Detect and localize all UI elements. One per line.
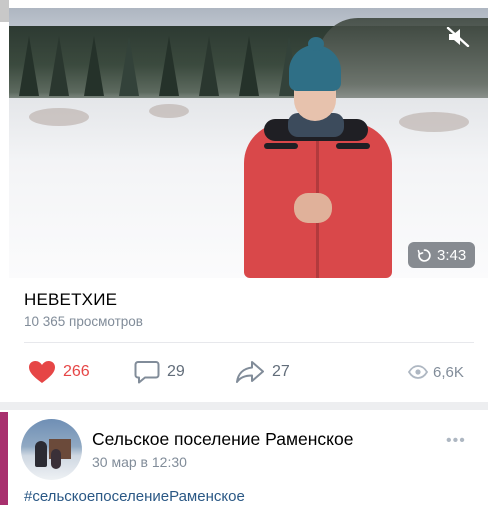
heart-icon: [29, 361, 55, 383]
tree: [119, 36, 139, 96]
post-hashtag-link[interactable]: #сельскоепоселениеРаменское: [24, 488, 245, 505]
left-edge-artifact: [0, 0, 9, 22]
views-counter: 6,6K: [408, 357, 464, 387]
avatar[interactable]: [21, 419, 82, 480]
hat-pompom: [308, 37, 324, 51]
tree: [199, 36, 219, 96]
mute-icon[interactable]: [446, 27, 470, 47]
share-icon: [236, 361, 264, 383]
bush: [29, 108, 89, 126]
jacket-pocket: [336, 143, 370, 149]
avatar-figure: [51, 449, 61, 469]
replay-icon: [417, 248, 431, 262]
video-views-count: 10 365 просмотров: [24, 314, 143, 329]
like-count: 266: [63, 363, 90, 380]
like-button[interactable]: 266: [28, 357, 90, 387]
tree: [84, 36, 104, 96]
jacket-pocket: [264, 143, 298, 149]
share-count: 27: [272, 363, 290, 380]
tree: [49, 36, 69, 96]
eye-icon: [408, 365, 428, 379]
share-button[interactable]: 27: [235, 357, 290, 387]
person-hands: [294, 193, 332, 223]
video-duration-badge: 3:43: [408, 242, 476, 268]
divider: [24, 342, 474, 343]
comment-count: 29: [167, 363, 185, 380]
video-person: [234, 37, 394, 278]
bush: [399, 112, 469, 132]
avatar-figure: [35, 441, 47, 467]
comment-icon: [134, 361, 160, 384]
video-player[interactable]: 3:43: [9, 8, 488, 278]
more-options-button[interactable]: •••: [446, 432, 466, 450]
tree: [159, 36, 179, 96]
post-actions: 266 29 27 6,6K: [0, 357, 488, 387]
post-date[interactable]: 30 мар в 12:30: [92, 454, 187, 470]
feed-separator: [0, 402, 488, 410]
left-edge-accent: [0, 412, 8, 505]
tree: [19, 36, 39, 96]
duration-text: 3:43: [437, 246, 467, 264]
comment-button[interactable]: 29: [134, 357, 185, 387]
post-author-name[interactable]: Сельское поселение Раменское: [92, 429, 353, 450]
bush: [149, 104, 189, 118]
video-title[interactable]: НЕВЕТХИЕ: [24, 290, 117, 310]
person-hat: [289, 45, 341, 91]
views-short: 6,6K: [433, 363, 464, 381]
